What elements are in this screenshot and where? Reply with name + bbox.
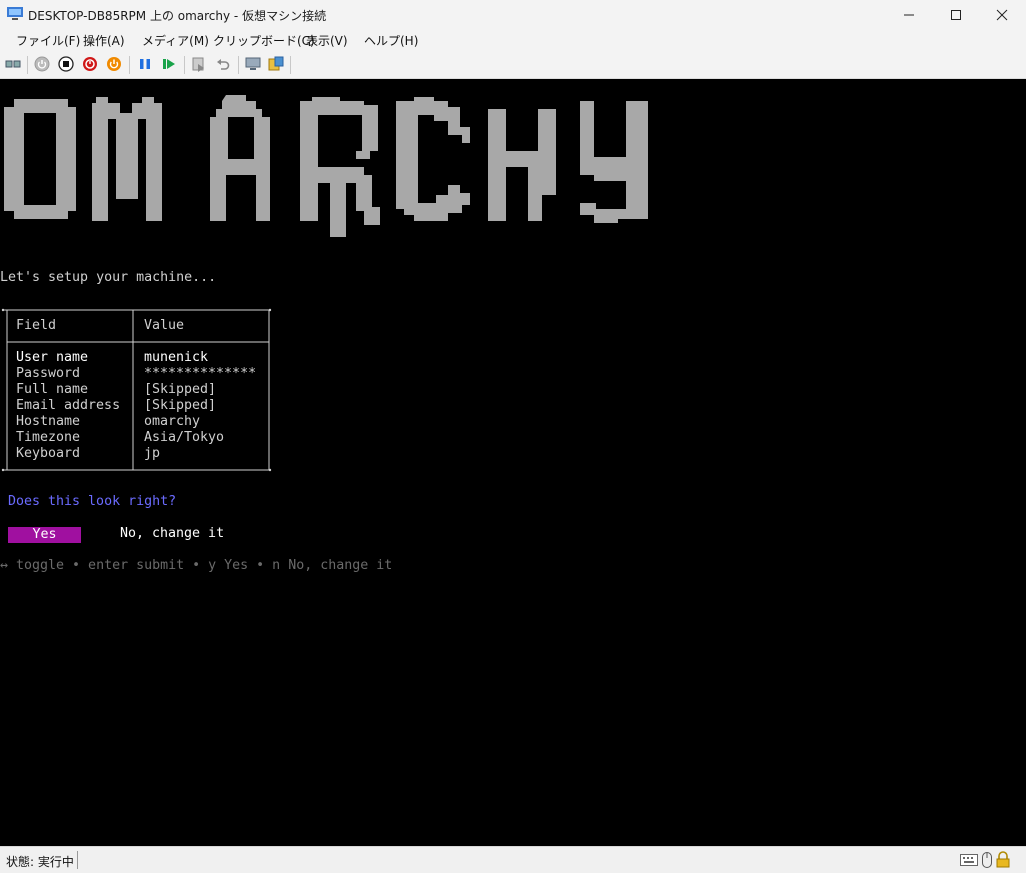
table-row-field: User name [16,350,89,365]
close-button[interactable] [979,0,1025,29]
vm-screen[interactable]: Let's setup your machine... Field Value … [0,79,1026,846]
omarchy-logo [4,95,648,237]
turn-off-icon[interactable] [58,56,74,72]
status-bar: 状態: 実行中 [0,846,1026,873]
yes-option[interactable]: Yes [8,527,81,543]
mouse-icon [982,852,992,868]
toolbar-separator [238,56,239,74]
vm-status: 状態: 実行中 [6,855,74,869]
status-separator [77,851,78,869]
revert-icon[interactable] [215,56,231,72]
confirm-question: Does this look right? [8,494,177,509]
table-row-field: Email address [16,398,121,413]
table-row-value: [Skipped] [144,398,217,413]
table-row-value: jp [144,446,161,461]
minimize-button[interactable] [886,0,932,29]
pause-icon[interactable] [137,56,153,72]
power-icon[interactable] [106,56,122,72]
close-icon [996,9,1008,20]
maximize-icon [951,9,961,20]
checkpoint-icon[interactable] [191,56,207,72]
enhanced-session-icon[interactable] [245,56,261,72]
menu-media[interactable]: メディア(M) [142,32,209,49]
table-row-value: ************** [144,366,257,381]
menu-action[interactable]: 操作(A) [83,32,125,49]
menu-view[interactable]: 表示(V) [306,32,348,49]
resume-icon[interactable] [161,56,177,72]
ctrl-alt-del-icon[interactable] [5,56,21,72]
share-icon[interactable] [268,56,284,72]
table-header-field: Field [16,318,57,333]
vm-connection-icon [7,7,23,20]
start-icon[interactable] [34,56,50,72]
table-row-field: Timezone [16,430,81,445]
toolbar-separator [290,56,291,74]
table-row-field: Keyboard [16,446,81,461]
no-option[interactable]: No, change it [120,526,224,542]
window-title: DESKTOP-DB85RPM 上の omarchy - 仮想マシン接続 [28,9,327,23]
maximize-button[interactable] [933,0,979,29]
table-row-value: omarchy [144,414,201,429]
toolbar [0,51,1026,79]
table-row-field: Password [16,366,81,381]
minimize-icon [904,14,914,15]
key-hint: ↔ toggle • enter submit • y Yes • n No, … [0,558,393,573]
table-row-value: [Skipped] [144,382,217,397]
menu-clipboard[interactable]: クリップボード(C) [213,32,315,49]
table-row-field: Hostname [16,414,81,429]
table-row-value: munenick [144,350,209,365]
toolbar-separator [27,56,28,74]
menu-file[interactable]: ファイル(F) [16,32,80,49]
keyboard-icon [960,854,978,866]
title-bar: DESKTOP-DB85RPM 上の omarchy - 仮想マシン接続 [0,0,1026,29]
table-header-value: Value [144,318,185,333]
menu-help[interactable]: ヘルプ(H) [364,32,418,49]
lock-icon [996,851,1010,868]
toolbar-separator [129,56,130,74]
yes-option-label: Yes [32,527,57,542]
intro-text: Let's setup your machine... [0,270,217,285]
table-row-field: Full name [16,382,89,397]
table-row-value: Asia/Tokyo [144,430,225,445]
shut-down-icon[interactable] [82,56,98,72]
toolbar-separator [184,56,185,74]
menu-bar: ファイル(F) 操作(A) メディア(M) クリップボード(C) 表示(V) ヘ… [0,29,1026,51]
